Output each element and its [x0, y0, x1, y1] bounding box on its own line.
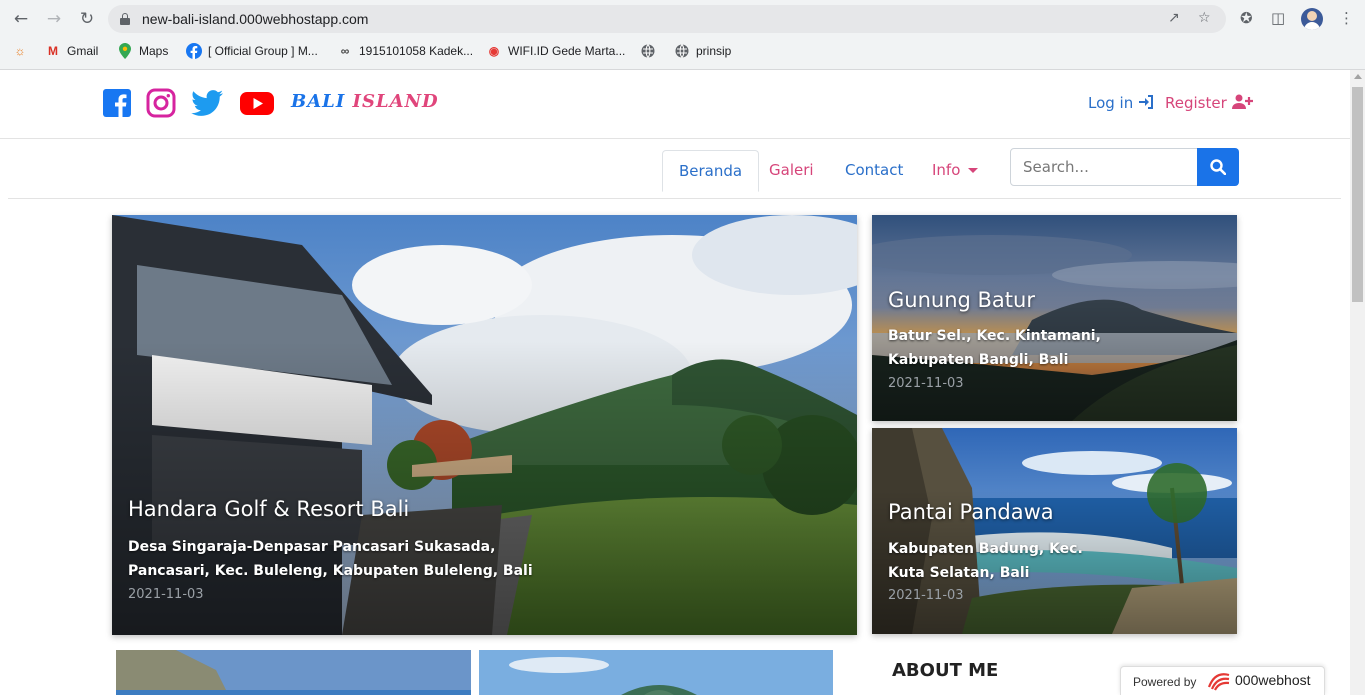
- twitter-icon[interactable]: [190, 87, 223, 119]
- search-button[interactable]: [1197, 148, 1239, 186]
- bookmark-kadek[interactable]: ∞ 1915101058 Kadek...: [337, 42, 473, 60]
- post-image: [116, 650, 471, 695]
- featured-card-pantai-pandawa[interactable]: Pantai Pandawa Kabupaten Badung, Kec. Ku…: [872, 428, 1237, 634]
- scrollbar-thumb[interactable]: [1352, 87, 1363, 302]
- user-plus-icon: [1231, 94, 1253, 109]
- bookmark-globe[interactable]: [640, 42, 656, 60]
- share-icon[interactable]: ↗: [1168, 10, 1180, 26]
- bookmark-wifi-id[interactable]: ◉ WIFI.ID Gede Marta...: [486, 42, 626, 60]
- featured-description: Batur Sel., Kec. Kintamani, Kabupaten Ba…: [888, 328, 1101, 368]
- instagram-icon[interactable]: [145, 87, 177, 119]
- wifi-icon: ◉: [488, 44, 500, 58]
- facebook-icon[interactable]: [101, 87, 133, 119]
- page-scrollbar[interactable]: [1350, 70, 1365, 695]
- register-link[interactable]: Register: [1165, 94, 1254, 112]
- reload-icon[interactable]: ↻: [76, 8, 98, 30]
- facebook-icon: [186, 43, 202, 59]
- bookmark-gmail[interactable]: M Gmail: [45, 42, 98, 60]
- featured-title[interactable]: Pantai Pandawa: [888, 500, 1054, 524]
- tab-contact[interactable]: Contact: [829, 150, 919, 191]
- login-link[interactable]: Log in: [1088, 94, 1154, 112]
- globe-icon: [674, 43, 690, 59]
- url-text[interactable]: new-bali-island.000webhostapp.com: [142, 11, 368, 27]
- bookmark-official-group[interactable]: [ Official Group ] M...: [186, 42, 318, 60]
- back-icon[interactable]: ←: [10, 8, 32, 30]
- post-thumbnail[interactable]: [116, 650, 471, 695]
- globe-icon: [640, 43, 656, 59]
- featured-title[interactable]: Gunung Batur: [888, 288, 1035, 312]
- bookmarks-bar: ☼ M Gmail Maps [ Official Group ] M... ∞…: [0, 40, 1365, 62]
- scroll-up-icon[interactable]: [1354, 74, 1362, 79]
- featured-date: 2021-11-03: [128, 587, 204, 602]
- menu-kebab-icon[interactable]: ⋮: [1339, 9, 1354, 27]
- featured-description: Kabupaten Badung, Kec. Kuta Selatan, Bal…: [888, 541, 1083, 581]
- browser-chrome: ← → ↻ new-bali-island.000webhostapp.com …: [0, 0, 1365, 70]
- maps-icon: [117, 43, 133, 59]
- profile-avatar[interactable]: [1301, 8, 1323, 30]
- tab-galeri[interactable]: Galeri: [753, 150, 830, 191]
- main-navbar: Beranda Galeri Contact Info: [8, 140, 1341, 199]
- featured-description: Desa Singaraja-Denpasar Pancasari Sukasa…: [128, 539, 533, 579]
- search-input[interactable]: [1010, 148, 1198, 186]
- about-me-heading: ABOUT ME: [892, 660, 999, 681]
- post-image: [479, 650, 833, 695]
- bookmark-prinsip[interactable]: prinsip: [674, 42, 731, 60]
- lock-icon: [120, 13, 130, 25]
- caret-down-icon: [968, 168, 979, 173]
- link-icon: ∞: [340, 44, 350, 58]
- tab-beranda[interactable]: Beranda: [662, 150, 760, 192]
- site-brand[interactable]: BALI ISLAND: [291, 91, 439, 112]
- site-header: BALI ISLAND Log in Register: [0, 70, 1350, 139]
- youtube-icon[interactable]: [239, 87, 275, 119]
- bookmark-star-icon[interactable]: ☆: [1198, 10, 1211, 26]
- featured-date: 2021-11-03: [888, 376, 964, 391]
- featured-card-gunung-batur[interactable]: Gunung Batur Batur Sel., Kec. Kintamani,…: [872, 215, 1237, 421]
- featured-date: 2021-11-03: [888, 588, 964, 603]
- post-thumbnail[interactable]: [479, 650, 833, 695]
- tab-info-dropdown[interactable]: Info: [916, 150, 994, 191]
- side-panel-icon[interactable]: ◫: [1271, 9, 1285, 27]
- 000webhost-logo-icon: [1207, 673, 1230, 691]
- bookmark-maps[interactable]: Maps: [117, 42, 168, 60]
- extensions-icon[interactable]: ✪: [1240, 9, 1253, 27]
- login-icon: [1139, 95, 1154, 109]
- gmail-icon: M: [48, 44, 58, 58]
- featured-card-main[interactable]: Handara Golf & Resort Bali Desa Singaraj…: [112, 215, 857, 635]
- bookmark-item[interactable]: ☼: [12, 42, 28, 60]
- search-icon: [1210, 159, 1226, 175]
- featured-title[interactable]: Handara Golf & Resort Bali: [128, 497, 409, 521]
- browser-toolbar: ← → ↻ new-bali-island.000webhostapp.com …: [0, 0, 1365, 37]
- web-page: BALI ISLAND Log in Register Beranda Gale…: [0, 70, 1350, 695]
- eye-icon: ☼: [14, 44, 26, 58]
- forward-icon[interactable]: →: [43, 8, 65, 30]
- powered-by-badge[interactable]: Powered by 000webhost: [1120, 666, 1325, 695]
- address-bar[interactable]: new-bali-island.000webhostapp.com ↗ ☆: [108, 5, 1226, 33]
